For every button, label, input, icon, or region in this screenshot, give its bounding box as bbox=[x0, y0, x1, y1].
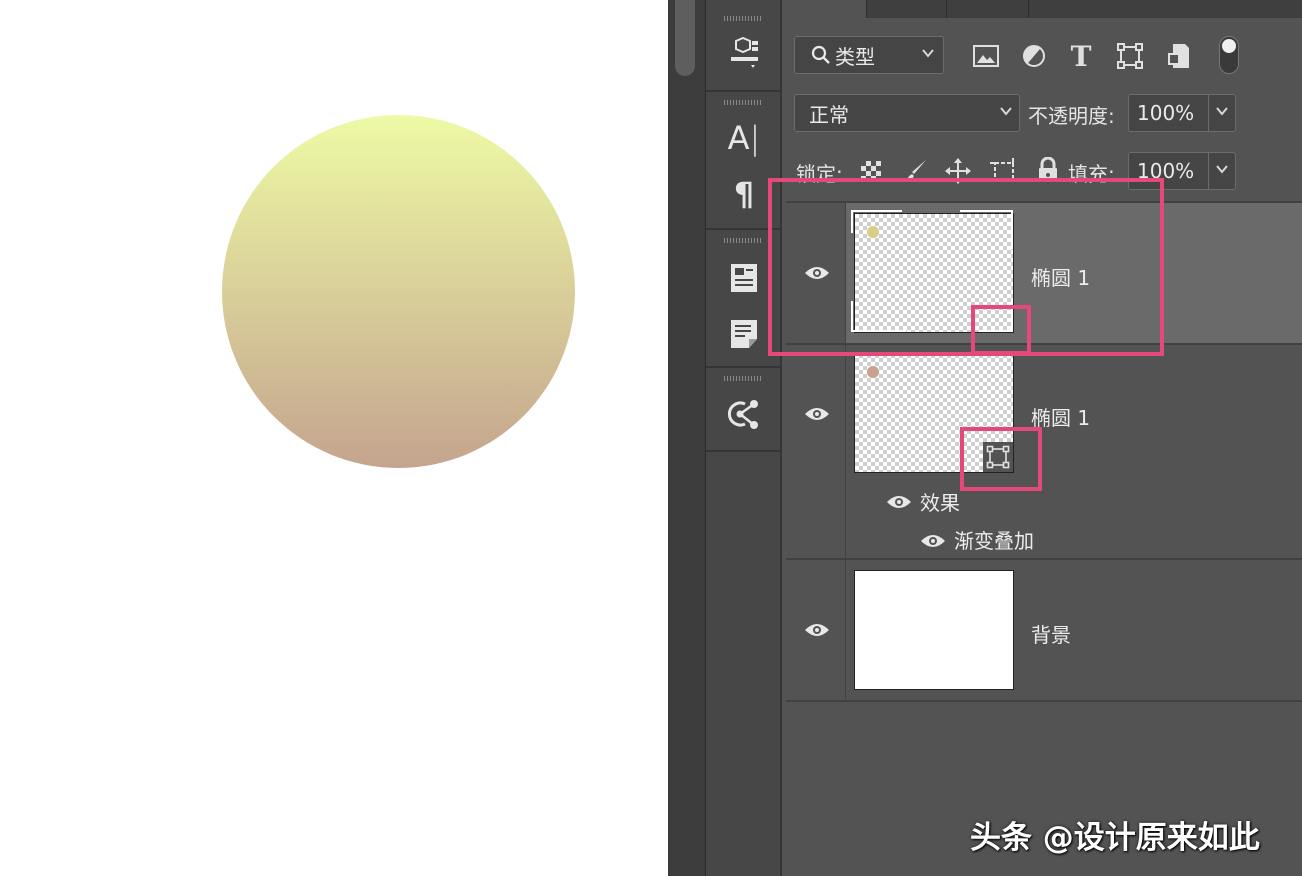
chevron-down-icon[interactable] bbox=[1215, 162, 1229, 180]
field-divider bbox=[1208, 95, 1209, 131]
filter-toggle-knob bbox=[1222, 39, 1236, 53]
properties-panel-icon[interactable] bbox=[726, 260, 762, 296]
panel-dock: A | ¶ bbox=[706, 0, 782, 876]
layer-thumbnail-shape bbox=[867, 366, 879, 378]
type-filter-icon[interactable]: T bbox=[1067, 40, 1095, 73]
canvas-scrollbar-thumb[interactable] bbox=[675, 0, 695, 76]
tab-layers[interactable] bbox=[782, 0, 867, 18]
layer-row-ellipse-1-effects[interactable]: 椭圆 1 效果 渐变叠加 bbox=[786, 345, 1302, 560]
annotation-highlight-shape-badge bbox=[960, 427, 1042, 491]
effects-label[interactable]: 效果 bbox=[920, 487, 960, 516]
smart-object-filter-icon[interactable] bbox=[1165, 42, 1193, 70]
dock-group-share bbox=[706, 366, 780, 452]
dock-grip[interactable] bbox=[724, 376, 762, 381]
watermark: 头条 @设计原来如此 bbox=[970, 820, 1260, 856]
3d-panel-icon[interactable] bbox=[726, 36, 762, 72]
effects-eye-icon[interactable] bbox=[886, 494, 912, 510]
field-divider bbox=[1208, 153, 1209, 189]
eye-icon[interactable] bbox=[804, 406, 830, 422]
dock-grip[interactable] bbox=[724, 100, 762, 105]
search-icon bbox=[811, 45, 830, 64]
layer-visibility-column bbox=[786, 345, 846, 558]
document-canvas[interactable] bbox=[0, 0, 668, 876]
shape-filter-icon[interactable] bbox=[1116, 42, 1144, 70]
filter-toggle[interactable] bbox=[1219, 36, 1239, 74]
layer-kind-filter-label: 类型 bbox=[835, 44, 875, 69]
opacity-value: 100% bbox=[1137, 101, 1195, 125]
layer-name[interactable]: 背景 bbox=[1031, 619, 1071, 648]
paragraph-panel-icon[interactable]: ¶ bbox=[726, 175, 762, 213]
layers-panel: 类型 T 正常 不透明度: 100% 锁定: 填充: 100% 椭圆 1 椭圆 … bbox=[782, 0, 1302, 876]
dock-grip[interactable] bbox=[724, 238, 762, 243]
dock-grip[interactable] bbox=[724, 16, 762, 21]
chevron-down-icon[interactable] bbox=[1215, 104, 1229, 122]
dock-group-3d bbox=[706, 8, 780, 90]
blend-mode-value: 正常 bbox=[809, 102, 849, 127]
layer-thumbnail[interactable] bbox=[854, 570, 1014, 690]
eye-icon[interactable] bbox=[804, 622, 830, 638]
chevron-down-icon bbox=[999, 104, 1013, 122]
gradient-ellipse[interactable] bbox=[222, 115, 575, 468]
image-filter-icon[interactable] bbox=[972, 42, 1000, 70]
layer-row-background[interactable]: 背景 bbox=[786, 560, 1302, 702]
canvas-scrollbar-track bbox=[668, 0, 706, 876]
gradient-overlay-effect[interactable]: 渐变叠加 bbox=[954, 525, 1034, 554]
opacity-input[interactable]: 100% bbox=[1128, 94, 1236, 132]
opacity-label: 不透明度: bbox=[1028, 104, 1115, 128]
share-panel-icon[interactable] bbox=[726, 396, 762, 432]
character-panel-icon[interactable]: A | bbox=[726, 119, 762, 157]
adjustment-filter-icon[interactable] bbox=[1020, 42, 1048, 70]
blend-mode-select[interactable]: 正常 bbox=[794, 94, 1020, 132]
panel-tab-strip bbox=[782, 0, 1302, 18]
gradient-overlay-eye-icon[interactable] bbox=[920, 533, 946, 549]
annotation-highlight-layer bbox=[768, 178, 1164, 356]
annotation-highlight-thumb-corner bbox=[971, 305, 1031, 355]
layer-kind-filter-select[interactable]: 类型 bbox=[794, 36, 944, 74]
tab-paths[interactable] bbox=[946, 0, 1029, 18]
tab-channels[interactable] bbox=[866, 0, 947, 18]
chevron-down-icon bbox=[921, 46, 935, 64]
notes-panel-icon[interactable] bbox=[726, 316, 762, 352]
